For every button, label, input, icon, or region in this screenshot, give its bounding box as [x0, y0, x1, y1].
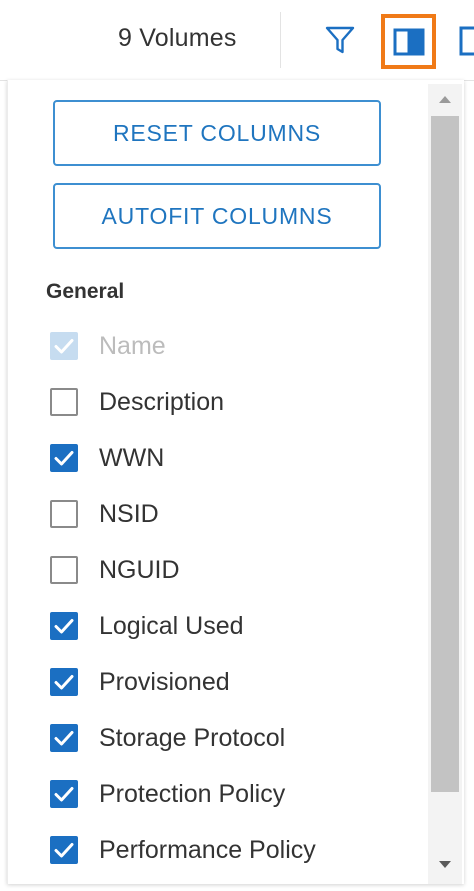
checkbox[interactable]	[50, 388, 78, 416]
checkbox[interactable]	[50, 444, 78, 472]
columns-icon	[393, 28, 424, 55]
checkbox[interactable]	[50, 500, 78, 528]
column-option-nsid[interactable]: NSID	[50, 496, 159, 532]
reset-columns-button[interactable]: RESET COLUMNS	[53, 100, 381, 166]
column-option-label: Description	[99, 387, 225, 416]
checkbox[interactable]	[50, 668, 78, 696]
column-option-label: Storage Protocol	[99, 723, 286, 752]
scroll-thumb[interactable]	[431, 116, 459, 792]
column-option-wwn[interactable]: WWN	[50, 440, 164, 476]
autofit-columns-button[interactable]: AUTOFIT COLUMNS	[53, 183, 381, 249]
scroll-down-arrow-icon	[439, 861, 451, 868]
toolbar-divider	[280, 12, 281, 68]
column-option-label: WWN	[99, 443, 165, 472]
column-option-label: NSID	[99, 499, 159, 528]
partial-icon	[459, 26, 474, 56]
column-option-label: Provisioned	[99, 667, 230, 696]
checkmark-icon	[54, 731, 74, 746]
filter-button[interactable]	[320, 22, 360, 58]
column-option-provisioned[interactable]: Provisioned	[50, 664, 230, 700]
checkbox[interactable]	[50, 556, 78, 584]
checkbox[interactable]	[50, 836, 78, 864]
checkmark-icon	[54, 675, 74, 690]
column-option-storage-protocol[interactable]: Storage Protocol	[50, 720, 285, 756]
checkmark-icon	[54, 843, 74, 858]
section-title-general: General	[46, 280, 125, 303]
checkmark-icon	[54, 451, 74, 466]
column-option-description[interactable]: Description	[50, 384, 224, 420]
column-option-nguid[interactable]: NGUID	[50, 552, 180, 588]
column-option-label: NGUID	[99, 555, 180, 584]
checkmark-icon	[54, 339, 74, 354]
column-option-label: Logical Used	[99, 611, 244, 640]
scroll-down-button[interactable]	[428, 850, 462, 880]
column-option-label: Protection Policy	[99, 779, 286, 808]
column-option-performance-policy[interactable]: Performance Policy	[50, 832, 316, 868]
columns-button[interactable]	[381, 14, 436, 69]
table-toolbar: 9 Volumes	[0, 0, 474, 81]
column-option-label: Name	[99, 331, 166, 360]
scroll-up-button[interactable]	[428, 84, 462, 114]
checkmark-icon	[54, 619, 74, 634]
filter-icon	[325, 26, 355, 54]
column-option-label: Performance Policy	[99, 835, 316, 864]
checkbox	[50, 332, 78, 360]
more-toolbar-button[interactable]	[458, 24, 474, 60]
column-chooser-screen: 9 Volumes RESET COLUMNS AUTOFIT COLUMNS …	[0, 0, 474, 891]
panel-scrollbar[interactable]	[428, 84, 462, 884]
checkbox[interactable]	[50, 612, 78, 640]
checkmark-icon	[54, 787, 74, 802]
column-option-protection-policy[interactable]: Protection Policy	[50, 776, 285, 812]
checkbox[interactable]	[50, 780, 78, 808]
volume-count: 9 Volumes	[118, 24, 237, 52]
column-option-name: Name	[50, 328, 166, 364]
scroll-up-arrow-icon	[439, 96, 451, 103]
column-option-logical-used[interactable]: Logical Used	[50, 608, 244, 644]
column-chooser-panel: RESET COLUMNS AUTOFIT COLUMNS General Na…	[7, 80, 464, 884]
checkbox[interactable]	[50, 724, 78, 752]
